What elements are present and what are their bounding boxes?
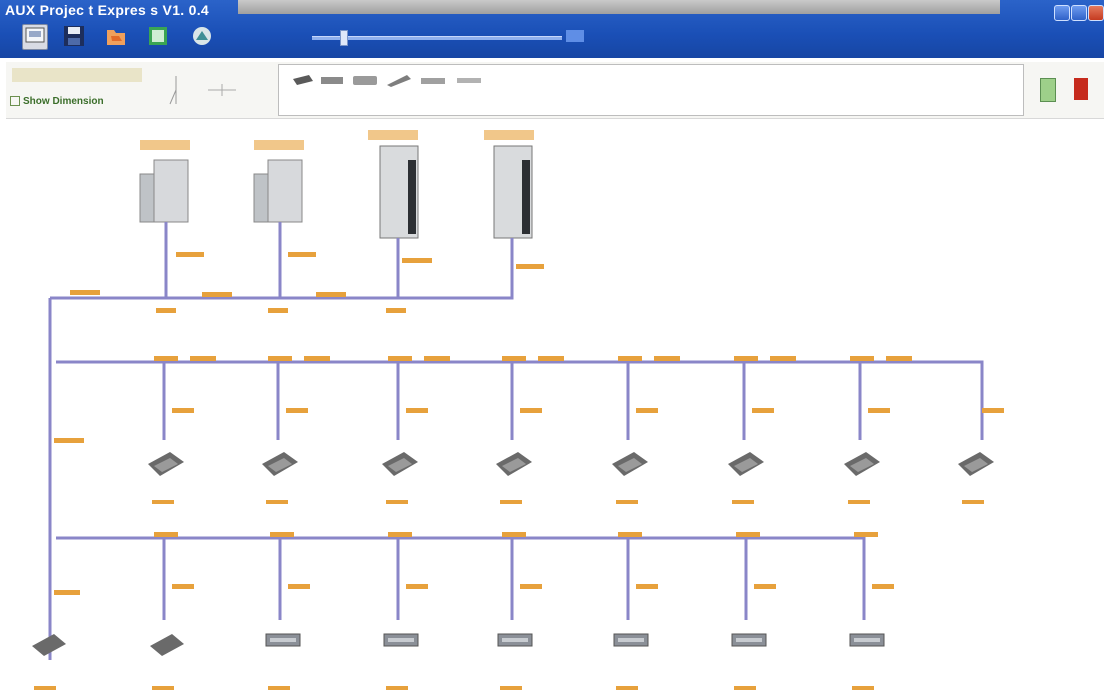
open-icon[interactable] — [104, 24, 128, 48]
palette-header — [12, 68, 142, 82]
indoor-unit[interactable] — [150, 532, 194, 690]
indoor-unit[interactable] — [613, 532, 658, 690]
maximize-button[interactable] — [1071, 5, 1087, 21]
indoor-unit[interactable] — [496, 356, 564, 504]
wall-unit-icon[interactable] — [353, 76, 377, 85]
outdoor-unit[interactable] — [484, 130, 534, 239]
cassette-unit-icon[interactable] — [293, 75, 313, 85]
export-icon[interactable] — [146, 24, 170, 48]
indoor-unit[interactable] — [262, 356, 330, 504]
window-title: AUX Projec t Expres s V1. 0.4 — [5, 2, 210, 18]
delete-icon[interactable] — [1074, 78, 1088, 100]
outdoor-unit[interactable] — [368, 130, 419, 239]
show-dimension-checkbox[interactable]: Show Dimension — [10, 96, 104, 107]
device-palette: Show Dimension — [6, 62, 1104, 119]
duct-unit-icon[interactable] — [321, 77, 343, 84]
show-dimension-label: Show Dimension — [23, 96, 104, 107]
device-list — [278, 64, 1024, 116]
outdoor-unit[interactable] — [139, 140, 190, 223]
indoor-unit[interactable] — [265, 532, 310, 690]
save-icon[interactable] — [62, 24, 86, 48]
title-bar-strip — [238, 0, 1000, 14]
zoom-slider-thumb[interactable] — [340, 30, 348, 46]
indoor-unit[interactable] — [148, 356, 216, 504]
outdoor-unit[interactable] — [253, 140, 304, 223]
minimize-button[interactable] — [1054, 5, 1070, 21]
new-icon[interactable] — [22, 24, 48, 50]
floor-unit-icon[interactable] — [421, 78, 445, 84]
settings-icon[interactable] — [190, 24, 214, 48]
indoor-unit[interactable] — [731, 532, 776, 690]
zoom-value-box — [566, 30, 584, 42]
system-diagram — [6, 120, 1104, 694]
indoor-unit[interactable] — [612, 356, 680, 504]
indoor-unit[interactable] — [497, 532, 542, 690]
indoor-unit[interactable] — [383, 532, 428, 690]
refresh-icon[interactable] — [1040, 78, 1056, 102]
piping-diagram — [32, 130, 1004, 690]
indoor-unit[interactable] — [844, 356, 912, 504]
close-button[interactable] — [1088, 5, 1104, 21]
zoom-slider-track[interactable] — [312, 36, 562, 40]
pipe-tools[interactable] — [156, 70, 246, 110]
console-unit-icon[interactable] — [457, 78, 481, 83]
indoor-unit[interactable] — [849, 532, 894, 690]
indoor-unit[interactable] — [728, 356, 796, 504]
ceiling-unit-icon[interactable] — [387, 75, 411, 87]
indoor-unit[interactable] — [32, 634, 66, 690]
indoor-unit[interactable] — [382, 356, 450, 504]
title-bar: AUX Projec t Expres s V1. 0.4 — [0, 0, 1104, 58]
